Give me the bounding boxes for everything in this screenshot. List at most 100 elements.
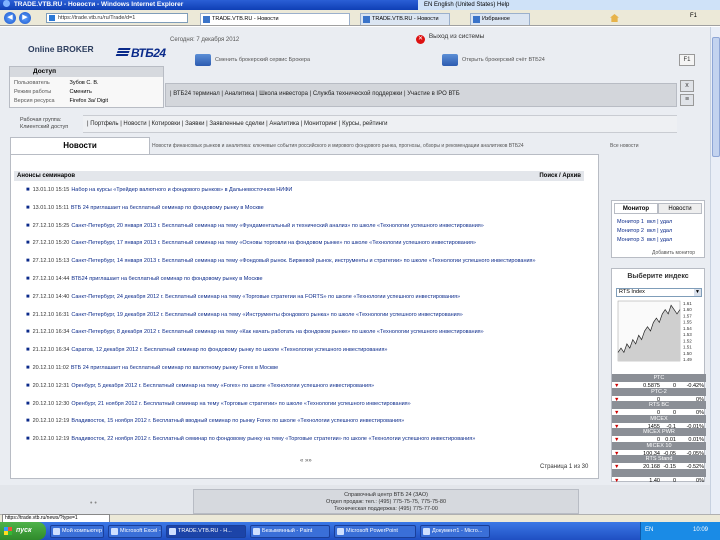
help-f1-button[interactable]: F1 <box>679 54 695 66</box>
chart-y-tick: 1.60 <box>683 307 692 312</box>
news-headline-link[interactable]: Оренбург, 21 ноября 2012 г. Бесплатный с… <box>71 401 410 407</box>
secondary-menu-links[interactable]: | Портфель | Новости | Котировки | Заявк… <box>87 121 388 127</box>
address-bar[interactable]: https://trade.vtb.ru/ru/Trade/d=1 <box>46 13 188 23</box>
page-indicator: Страница 1 из 30 <box>540 464 589 470</box>
news-time: 27.12.10 14:40 <box>32 293 70 300</box>
news-headline-link[interactable]: ВТБ 24 приглашает на бесплатный семинар … <box>71 365 278 371</box>
news-headline-link[interactable]: Санкт-Петербург, 19 декабря 2012 г. Бесп… <box>71 312 462 318</box>
news-item[interactable]: ■ 13.01.10 15:15 Набор на курсы «Трейдер в… <box>26 187 596 195</box>
home-icon[interactable] <box>610 14 619 22</box>
news-search-archive-link[interactable]: Поиск / Архив <box>539 171 581 181</box>
monitor-row[interactable]: Монитор 2 вкл | удал <box>617 228 672 234</box>
browser-tab-3[interactable]: Избранное <box>470 13 530 25</box>
monitor-actions[interactable]: вкл | удал <box>647 228 672 234</box>
access-row-version: Версия ресурса Firefox 3a/ Digit <box>14 98 108 104</box>
news-headline-link[interactable]: ВТБ 24 приглашает на бесплатный семинар … <box>71 205 264 211</box>
index-section-title <box>612 468 706 477</box>
monitor-name[interactable]: Монитор 1 <box>617 219 644 225</box>
news-headline-link[interactable]: Оренбург, 5 декабря 2012 г. Бесплатный с… <box>71 383 374 389</box>
browser-tab-1[interactable]: TRADE.VTB.RU - Новости <box>200 13 350 25</box>
work-group-line-1: Рабочая группа: <box>20 117 62 123</box>
monitor-icon <box>442 54 458 66</box>
news-item[interactable]: ■ 20.12.10 12:19 Владивосток, 15 ноября 20… <box>26 418 596 426</box>
forward-arrow-icon[interactable]: ▶ <box>19 12 31 24</box>
news-item[interactable]: ■ 27.12.10 14:40 Санкт-Петербург, 24 декаб… <box>26 294 596 302</box>
news-headline-link[interactable]: Санкт-Петербург, 8 декабря 2012 г. Беспл… <box>71 329 483 335</box>
news-item[interactable]: ■ 21.12.10 16:31 Санкт-Петербург, 19 декаб… <box>26 312 596 320</box>
monitor-actions[interactable]: вкл | удал <box>647 219 672 225</box>
tab-news[interactable]: Новости <box>10 137 150 154</box>
news-headline-link[interactable]: Санкт-Петербург, 20 января 2013 г. Беспл… <box>71 223 484 229</box>
monitor-icon <box>195 54 211 66</box>
tab-page-icon <box>473 16 480 23</box>
browser-tab-2-label: TRADE.VTB.RU - Новости <box>372 16 439 22</box>
news-item[interactable]: ■ 21.12.10 16:34 Санкт-Петербург, 8 декабр… <box>26 329 596 337</box>
monitor-name[interactable]: Монитор 2 <box>617 228 644 234</box>
vertical-scrollbar[interactable] <box>710 27 720 514</box>
taskbar-task[interactable]: Microsoft PowerPoint <box>334 525 416 538</box>
promo-link-2[interactable]: Открыть брокерский счёт ВТБ24 <box>442 53 545 67</box>
window-icon <box>53 528 60 535</box>
chart-y-tick: 1.55 <box>683 320 692 325</box>
bullet-icon: ■ <box>26 258 30 265</box>
taskbar-task[interactable]: Microsoft Excel - ... <box>108 525 162 538</box>
tab-page-icon <box>203 16 210 23</box>
monitor-name[interactable]: Монитор 3 <box>617 237 644 243</box>
monitor-row[interactable]: Монитор 1 вкл | удал <box>617 219 672 225</box>
news-time: 27.12.10 14:44 <box>32 276 70 282</box>
news-headline-link[interactable]: Набор на курсы «Трейдер валютного и фонд… <box>71 187 292 193</box>
news-headline-link[interactable]: Саратов, 12 декабря 2012 г. Бесплатный с… <box>71 347 387 353</box>
taskbar-task-label: Безымянный - Paint <box>262 528 313 534</box>
news-item[interactable]: ■ 13.01.10 15:11 ВТБ 24 приглашает на бесп… <box>26 205 596 213</box>
chevron-down-icon[interactable]: ▼ <box>694 289 701 296</box>
news-item[interactable]: ■ 21.12.10 16:34 Саратов, 12 декабря 2012 … <box>26 347 596 355</box>
news-item[interactable]: ■ 27.12.10 15:25 Санкт-Петербург, 20 январ… <box>26 223 596 231</box>
logout-label: Выход из системы <box>428 33 485 40</box>
news-headline-link[interactable]: Санкт-Петербург, 17 января 2013 г. Беспл… <box>71 240 476 246</box>
news-item[interactable]: ■ 20.12.10 12:31 Оренбург, 5 декабря 2012 … <box>26 383 596 391</box>
index-section-row: ▼ 1.40 0 0% <box>612 477 706 485</box>
back-arrow-icon[interactable]: ◀ <box>4 12 16 24</box>
language-indicator[interactable]: EN <box>645 527 653 533</box>
monitor-row[interactable]: Монитор 3 вкл | удал <box>617 237 672 243</box>
taskbar-task[interactable]: Документ1 - Micro... <box>420 525 490 538</box>
tab-monitor-news[interactable]: Новости <box>658 203 702 214</box>
main-menu-links[interactable]: | ВТБ24 терминал | Аналитика | Школа инв… <box>170 91 460 97</box>
menu-icon[interactable]: ≡ <box>680 94 694 106</box>
promo-link-1[interactable]: Сменить брокерский сервис Брокера <box>195 53 310 67</box>
taskbar-task-label: Microsoft Excel - ... <box>120 528 161 534</box>
news-item[interactable]: ■ 27.12.10 15:20 Санкт-Петербург, 17 январ… <box>26 240 596 248</box>
index-select[interactable]: RTS Index ▼ <box>616 288 702 297</box>
scrollbar-thumb[interactable] <box>712 37 720 157</box>
browser-tab-2[interactable]: TRADE.VTB.RU - Новости <box>360 13 450 25</box>
news-headline-link[interactable]: Владивосток, 15 ноября 2012 г. Бесплатны… <box>71 418 404 424</box>
window-icon <box>423 528 430 535</box>
taskbar-task[interactable]: Безымянный - Paint <box>250 525 330 538</box>
add-monitor-link[interactable]: Добавить монитор <box>652 250 695 256</box>
bullet-icon: ■ <box>26 293 30 300</box>
tools-button[interactable]: F1 <box>690 13 697 19</box>
language-bar[interactable]: EN English (United States) Help <box>418 0 720 10</box>
news-item[interactable]: ■ 20.12.10 12:19 Владивосток, 22 ноября 20… <box>26 436 596 444</box>
pager-links[interactable]: « »» <box>300 458 312 464</box>
access-value-link[interactable]: Сменить <box>70 89 92 95</box>
monitor-actions[interactable]: вкл | удал <box>647 237 672 243</box>
news-item[interactable]: ■ 20.12.10 11:02 ВТБ 24 приглашает на бесп… <box>26 365 596 373</box>
vtb-stripes-icon <box>115 48 131 57</box>
promo-label-2: Открыть брокерский счёт ВТБ24 <box>462 57 545 63</box>
news-headline-link[interactable]: Санкт-Петербург, 24 декабря 2012 г. Бесп… <box>71 294 460 300</box>
news-item[interactable]: ■ 27.12.10 15:13 Санкт-Петербург, 14 январ… <box>26 258 596 266</box>
news-headline-link[interactable]: Санкт-Петербург, 14 января 2013 г. Беспл… <box>71 258 535 264</box>
start-button[interactable]: пуск <box>0 522 46 540</box>
logout-link[interactable]: ✕ Выход из системы <box>416 33 484 44</box>
news-headline-link[interactable]: Владивосток, 22 ноября 2012 г. Бесплатны… <box>71 436 475 442</box>
news-item[interactable]: ■ 20.12.10 12:30 Оренбург, 21 ноября 2012 … <box>26 401 596 409</box>
taskbar-task[interactable]: TRADE.VTB.RU - Н... <box>166 525 246 538</box>
taskbar-task[interactable]: Мой компьютер <box>50 525 104 538</box>
news-ticker[interactable]: Новости финансовых рынков и аналитика: к… <box>152 143 602 149</box>
all-news-link[interactable]: Все новости <box>610 143 639 149</box>
news-headline-link[interactable]: ВТБ24 приглашает на бесплатный семинар п… <box>71 276 262 282</box>
tab-monitor[interactable]: Монитор <box>614 203 658 214</box>
close-icon[interactable]: x <box>680 80 694 92</box>
news-item[interactable]: ■ 27.12.10 14:44 ВТБ24 приглашает на беспл… <box>26 276 596 284</box>
